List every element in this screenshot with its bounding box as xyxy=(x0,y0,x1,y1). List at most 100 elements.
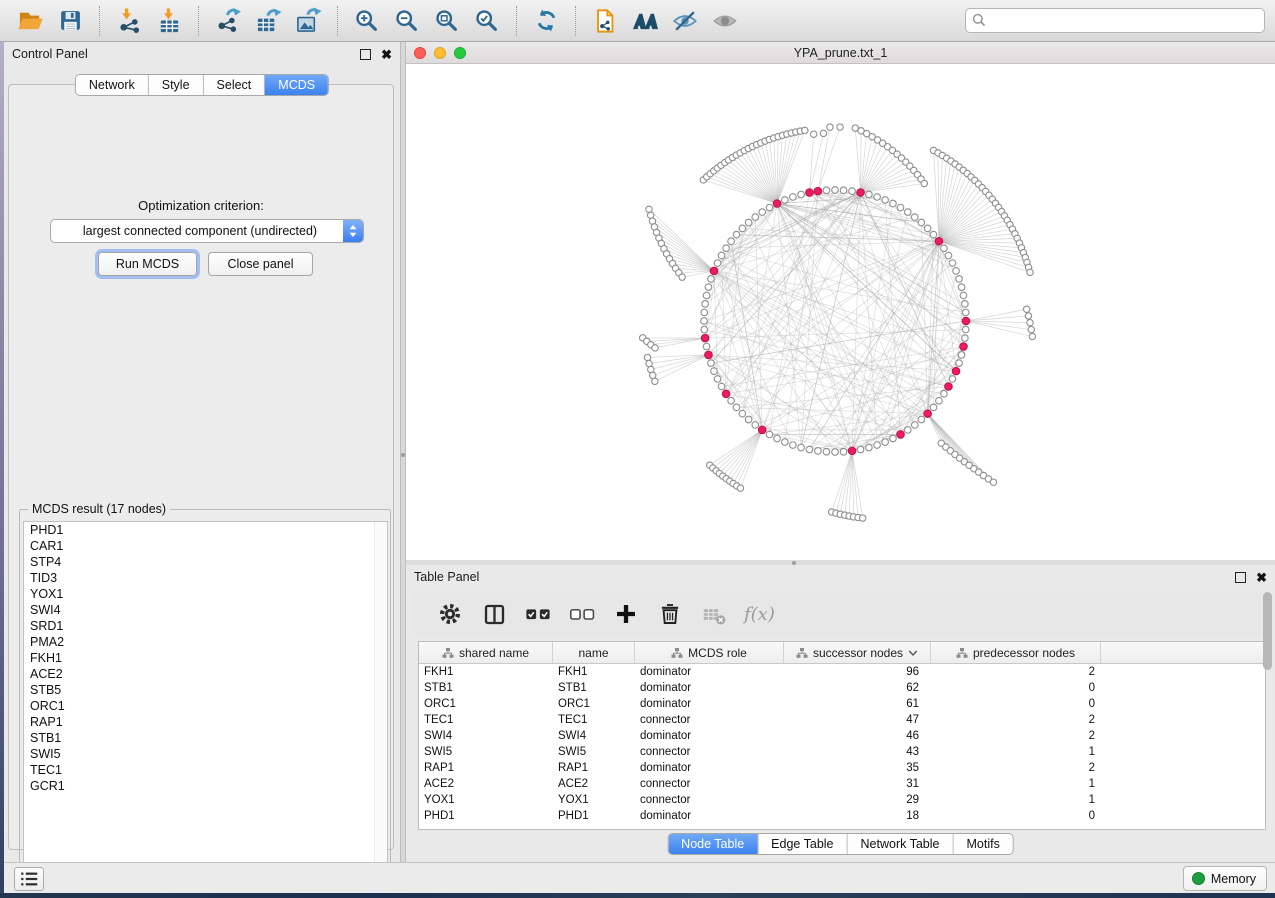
tab-motifs[interactable]: Motifs xyxy=(953,834,1012,854)
criterion-value: largest connected component (undirected) xyxy=(51,224,343,238)
table-cell: 1 xyxy=(931,776,1101,792)
table-cell: connector xyxy=(635,744,784,760)
sort-desc-icon xyxy=(908,649,918,657)
table-row[interactable]: FKH1FKH1dominator962 xyxy=(419,664,1265,680)
import-table-icon[interactable] xyxy=(155,7,183,35)
toolbar-separator xyxy=(516,6,517,36)
tab-edge-table[interactable]: Edge Table xyxy=(758,834,847,854)
toolbar-separator xyxy=(99,6,100,36)
close-panel-button[interactable]: Close panel xyxy=(208,252,313,276)
table-cell: FKH1 xyxy=(553,664,635,680)
table-cell: 1 xyxy=(931,792,1101,808)
table-cell: RAP1 xyxy=(419,760,553,776)
table-cell: 35 xyxy=(784,760,931,776)
list-scroll-track[interactable] xyxy=(374,522,387,877)
task-history-button[interactable] xyxy=(14,867,44,891)
table-cell: ACE2 xyxy=(419,776,553,792)
column-header-name[interactable]: name xyxy=(553,642,635,663)
memory-label: Memory xyxy=(1211,872,1256,886)
table-cell: FKH1 xyxy=(419,664,553,680)
search-network-icon[interactable] xyxy=(631,7,659,35)
share-document-icon[interactable] xyxy=(591,7,619,35)
table-cell: 1 xyxy=(931,744,1101,760)
zoom-in-icon[interactable] xyxy=(353,7,381,35)
table-cell: TEC1 xyxy=(419,712,553,728)
columns-icon[interactable] xyxy=(480,600,508,628)
refresh-icon[interactable] xyxy=(532,7,560,35)
table-cell: connector xyxy=(635,792,784,808)
tab-style[interactable]: Style xyxy=(149,75,204,95)
gear-icon[interactable] xyxy=(436,600,464,628)
tab-select[interactable]: Select xyxy=(204,75,266,95)
criterion-select[interactable]: largest connected component (undirected) xyxy=(50,219,364,243)
mcds-result-item: TEC1 xyxy=(24,762,387,778)
tab-network-table[interactable]: Network Table xyxy=(848,834,954,854)
table-cell: RAP1 xyxy=(553,760,635,776)
zoom-out-icon[interactable] xyxy=(393,7,421,35)
table-cell: SWI5 xyxy=(419,744,553,760)
shared-column-icon xyxy=(671,647,683,659)
table-row[interactable]: SWI4SWI4dominator462 xyxy=(419,728,1265,744)
select-all-icon[interactable] xyxy=(524,600,552,628)
table-scrollbar[interactable] xyxy=(1263,592,1272,670)
optimization-criterion-label: Optimization criterion: xyxy=(9,198,393,213)
mcds-result-list[interactable]: PHD1CAR1STP4TID3YOX1SWI4SRD1PMA2FKH1ACE2… xyxy=(23,521,388,878)
deselect-all-icon[interactable] xyxy=(568,600,596,628)
shared-column-icon xyxy=(442,647,454,659)
open-file-icon[interactable] xyxy=(16,7,44,35)
mcds-result-item: PHD1 xyxy=(24,522,387,538)
mcds-result-item: SWI4 xyxy=(24,602,387,618)
import-network-icon[interactable] xyxy=(115,7,143,35)
table-cell: 43 xyxy=(784,744,931,760)
select-stepper-icon xyxy=(343,220,363,242)
close-panel-icon[interactable]: ✖ xyxy=(381,48,392,61)
table-cell: ORC1 xyxy=(419,696,553,712)
table-row[interactable]: RAP1RAP1dominator352 xyxy=(419,760,1265,776)
column-header-predecessor-nodes[interactable]: predecessor nodes xyxy=(931,642,1101,663)
table-header-row: shared namenameMCDS rolesuccessor nodesp… xyxy=(419,642,1265,664)
toolbar-search xyxy=(965,8,1265,33)
memory-button[interactable]: Memory xyxy=(1183,866,1267,891)
table-row[interactable]: YOX1YOX1connector291 xyxy=(419,792,1265,808)
memory-status-icon xyxy=(1192,872,1205,885)
delete-column-icon[interactable] xyxy=(656,600,684,628)
network-view-window: YPA_prune.txt_1 xyxy=(406,42,1275,560)
table-row[interactable]: TEC1TEC1connector472 xyxy=(419,712,1265,728)
float-panel-icon[interactable] xyxy=(360,49,371,60)
zoom-fit-icon[interactable] xyxy=(433,7,461,35)
add-column-icon[interactable] xyxy=(612,600,640,628)
run-mcds-button[interactable]: Run MCDS xyxy=(98,252,197,276)
network-graph[interactable] xyxy=(406,64,1275,560)
column-header-MCDS-role[interactable]: MCDS role xyxy=(635,642,784,663)
table-row[interactable]: PHD1PHD1dominator180 xyxy=(419,808,1265,824)
export-network-icon[interactable] xyxy=(214,7,242,35)
export-table-icon[interactable] xyxy=(254,7,282,35)
tab-network[interactable]: Network xyxy=(76,75,149,95)
delete-table-icon xyxy=(700,600,728,628)
table-row[interactable]: ORC1ORC1dominator610 xyxy=(419,696,1265,712)
table-cell: 62 xyxy=(784,680,931,696)
table-cell: STB1 xyxy=(419,680,553,696)
close-panel-icon[interactable]: ✖ xyxy=(1256,571,1267,584)
float-panel-icon[interactable] xyxy=(1235,572,1246,583)
network-window-titlebar: YPA_prune.txt_1 xyxy=(406,42,1275,64)
export-image-icon[interactable] xyxy=(294,7,322,35)
zoom-selected-icon[interactable] xyxy=(473,7,501,35)
table-toolbar: f(x) xyxy=(414,591,1267,637)
hide-selected-icon[interactable] xyxy=(671,7,699,35)
table-row[interactable]: STB1STB1dominator620 xyxy=(419,680,1265,696)
shared-column-icon xyxy=(956,647,968,659)
tab-node-table[interactable]: Node Table xyxy=(668,834,758,854)
table-row[interactable]: ACE2ACE2connector311 xyxy=(419,776,1265,792)
table-row[interactable]: SWI5SWI5connector431 xyxy=(419,744,1265,760)
control-panel-title: Control Panel xyxy=(12,47,88,61)
toolbar-separator xyxy=(337,6,338,36)
mcds-result-item: SRD1 xyxy=(24,618,387,634)
tab-mcds[interactable]: MCDS xyxy=(265,75,328,95)
column-header-shared-name[interactable]: shared name xyxy=(419,642,553,663)
save-session-icon[interactable] xyxy=(56,7,84,35)
table-cell: dominator xyxy=(635,680,784,696)
mcds-result-item: CAR1 xyxy=(24,538,387,554)
search-input[interactable] xyxy=(965,8,1265,33)
column-header-successor-nodes[interactable]: successor nodes xyxy=(784,642,931,663)
